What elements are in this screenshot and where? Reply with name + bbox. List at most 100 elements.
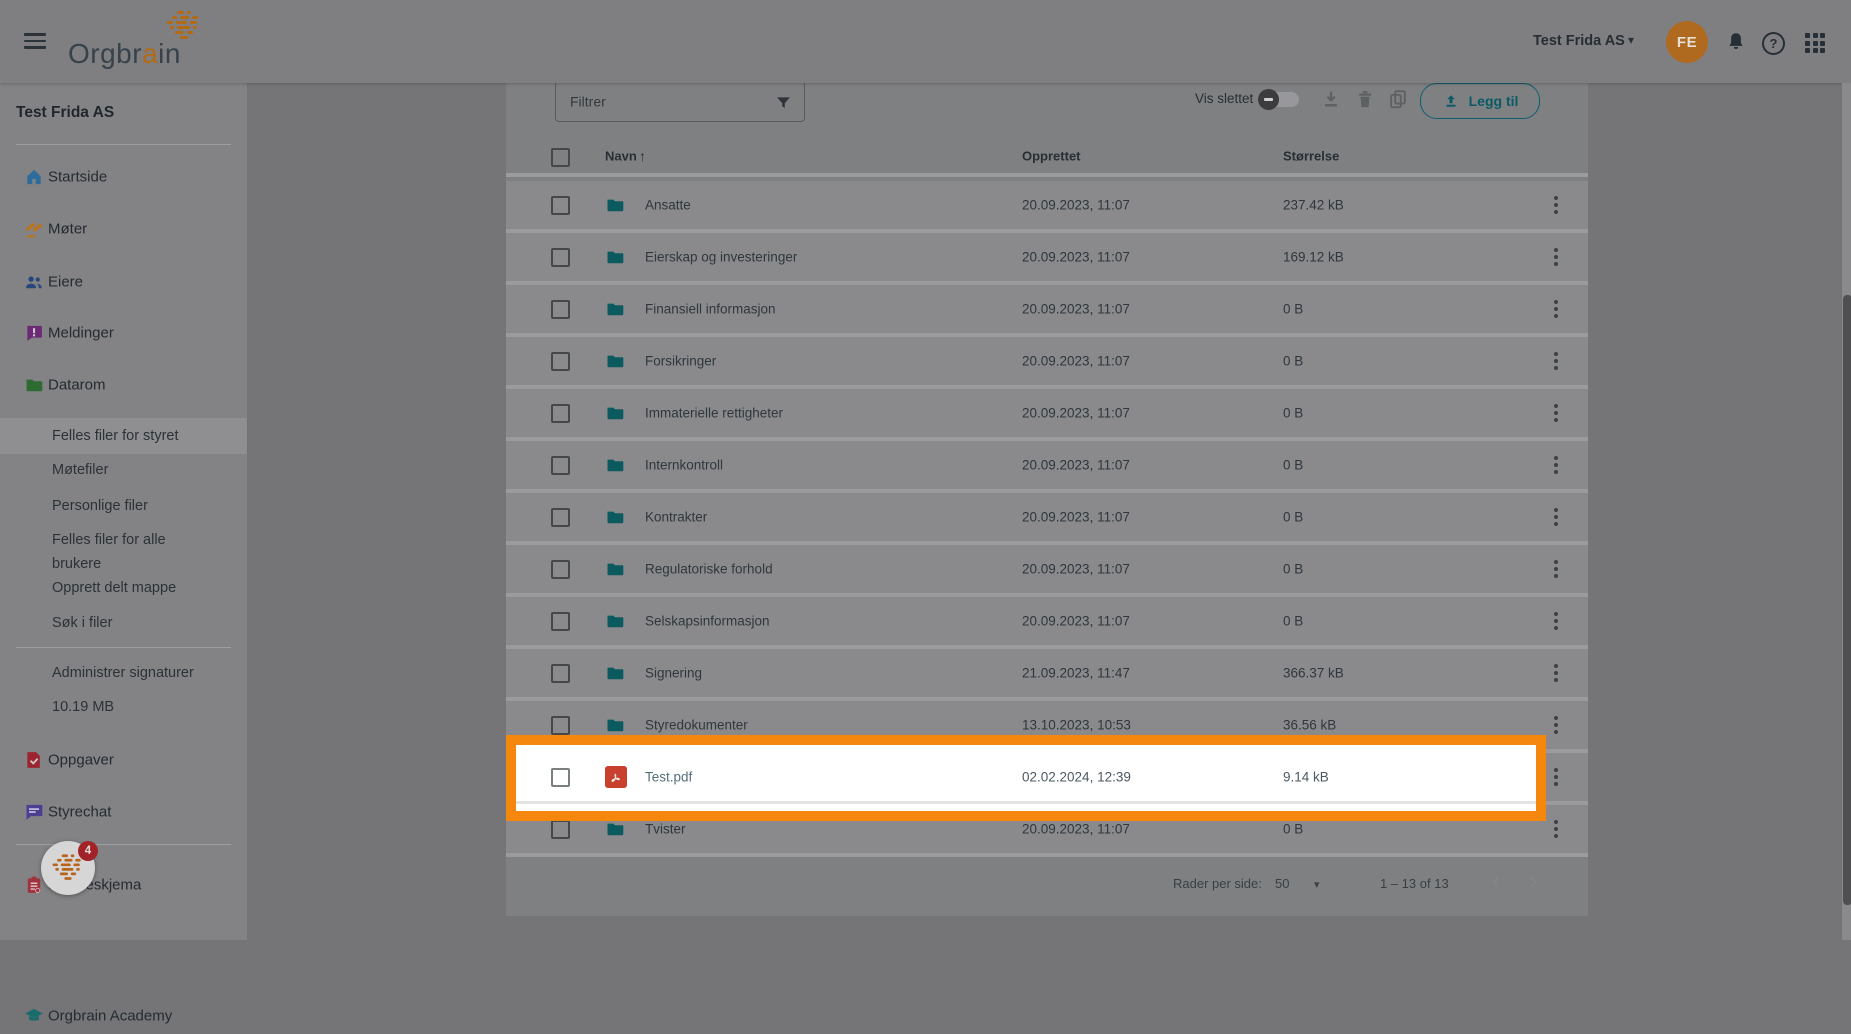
table-row[interactable]: Forsikringer 20.09.2023, 11:07 0 B — [506, 337, 1588, 389]
select-all-checkbox[interactable] — [551, 148, 570, 167]
add-button[interactable]: Legg til — [1420, 83, 1540, 119]
sidebar-item-administrer-signaturer[interactable]: Administrer signaturer — [0, 656, 247, 690]
sidebar-item-moter[interactable]: Møter — [0, 211, 247, 247]
notifications-bell-icon[interactable] — [1725, 31, 1747, 53]
file-created: 20.09.2023, 11:07 — [1022, 301, 1130, 317]
file-name[interactable]: Forsikringer — [645, 354, 716, 369]
row-menu-dots-icon[interactable] — [1547, 715, 1565, 735]
row-menu-dots-icon[interactable] — [1547, 455, 1565, 475]
row-checkbox[interactable] — [551, 404, 570, 423]
row-menu-dots-icon[interactable] — [1547, 299, 1565, 319]
sidebar-item-sporreskjema[interactable]: Spørreskjema — [0, 867, 247, 903]
row-menu-dots-icon[interactable] — [1547, 195, 1565, 215]
apps-grid-icon[interactable] — [1805, 33, 1827, 55]
table-row[interactable]: Selskapsinformasjon 20.09.2023, 11:07 0 … — [506, 597, 1588, 649]
help-icon[interactable]: ? — [1762, 32, 1785, 55]
sidebar-subitem-opprett-delt-mappe[interactable]: Opprett delt mappe — [0, 571, 247, 605]
people-icon — [26, 276, 42, 289]
filter-input[interactable]: Filtrer — [555, 83, 805, 122]
sidebar-item-startside[interactable]: Startside — [0, 159, 247, 195]
sidebar-item-oppgaver[interactable]: Oppgaver — [0, 742, 247, 778]
scrollbar-thumb[interactable] — [1843, 295, 1851, 905]
org-selector[interactable]: Test Frida AS — [1533, 33, 1625, 49]
table-row-highlighted[interactable]: Test.pdf 02.02.2024, 12:39 9.14 kB — [516, 753, 1536, 801]
sidebar-item-eiere[interactable]: Eiere — [0, 264, 247, 300]
row-menu-dots-icon[interactable] — [1547, 767, 1565, 787]
row-checkbox[interactable] — [551, 612, 570, 631]
table-row[interactable]: Signering 21.09.2023, 11:47 366.37 kB — [506, 649, 1588, 701]
column-header-storrelse[interactable]: Størrelse — [1283, 149, 1339, 164]
row-checkbox[interactable] — [551, 248, 570, 267]
row-checkbox[interactable] — [551, 196, 570, 215]
sidebar-subitem-personlige-filer[interactable]: Personlige filer — [0, 489, 247, 523]
row-checkbox[interactable] — [551, 768, 570, 787]
row-checkbox[interactable] — [551, 352, 570, 371]
next-page-icon[interactable]: › — [1530, 868, 1537, 894]
sidebar-subitem-sok-i-filer[interactable]: Søk i filer — [0, 606, 247, 640]
file-size: 0 B — [1283, 509, 1304, 525]
row-checkbox[interactable] — [551, 300, 570, 319]
org-selector-caret-icon[interactable]: ▾ — [1628, 33, 1634, 47]
row-checkbox[interactable] — [551, 664, 570, 683]
file-name[interactable]: Internkontroll — [645, 458, 723, 473]
copy-icon[interactable] — [1387, 88, 1409, 110]
file-name[interactable]: Tvister — [645, 822, 686, 837]
sidebar-item-styrechat[interactable]: Styrechat — [0, 794, 247, 830]
file-name[interactable]: Regulatoriske forhold — [645, 562, 773, 577]
file-created: 20.09.2023, 11:07 — [1022, 509, 1130, 525]
row-checkbox[interactable] — [551, 456, 570, 475]
table-row[interactable]: Internkontroll 20.09.2023, 11:07 0 B — [506, 441, 1588, 493]
previous-page-icon[interactable]: ‹ — [1492, 868, 1499, 894]
sidebar-item-meldinger[interactable]: Meldinger — [0, 315, 247, 351]
table-row[interactable]: Kontrakter 20.09.2023, 11:07 0 B — [506, 493, 1588, 545]
row-checkbox[interactable] — [551, 560, 570, 579]
folder-icon — [607, 355, 624, 368]
row-menu-dots-icon[interactable] — [1547, 559, 1565, 579]
file-name[interactable]: Immaterielle rettigheter — [645, 406, 783, 421]
show-deleted-toggle[interactable] — [1258, 89, 1299, 110]
row-menu-dots-icon[interactable] — [1547, 247, 1565, 267]
rows-per-page-select[interactable]: 50 — [1275, 876, 1289, 891]
sidebar-item-datarom[interactable]: Datarom — [0, 367, 247, 403]
file-name[interactable]: Test.pdf — [645, 770, 692, 785]
file-name[interactable]: Eierskap og investeringer — [645, 250, 797, 265]
trash-icon[interactable] — [1354, 88, 1376, 110]
row-menu-dots-icon[interactable] — [1547, 819, 1565, 839]
row-menu-dots-icon[interactable] — [1547, 351, 1565, 371]
column-header-opprettet[interactable]: Opprettet — [1022, 149, 1081, 164]
file-name[interactable]: Styredokumenter — [645, 718, 748, 733]
row-checkbox[interactable] — [551, 508, 570, 527]
toggle-knob-minus-icon — [1258, 89, 1279, 110]
file-name[interactable]: Kontrakter — [645, 510, 707, 525]
sidebar-item-orgbrain-academy[interactable]: Orgbrain Academy — [0, 998, 247, 1034]
download-icon[interactable] — [1320, 88, 1342, 110]
scrollbar-track[interactable] — [1841, 83, 1851, 940]
table-row[interactable]: Immaterielle rettigheter 20.09.2023, 11:… — [506, 389, 1588, 441]
table-row[interactable]: Eierskap og investeringer 20.09.2023, 11… — [506, 233, 1588, 285]
table-footer: Rader per side: 50 ▾ 1 – 13 of 13 ‹ › — [506, 857, 1588, 916]
file-name[interactable]: Signering — [645, 666, 702, 681]
row-checkbox[interactable] — [551, 820, 570, 839]
avatar[interactable]: FE — [1666, 21, 1708, 63]
filter-placeholder: Filtrer — [570, 93, 606, 110]
table-row[interactable]: Ansatte 20.09.2023, 11:07 237.42 kB — [506, 181, 1588, 233]
file-created: 20.09.2023, 11:07 — [1022, 561, 1130, 577]
file-name[interactable]: Finansiell informasjon — [645, 302, 776, 317]
folder-icon — [607, 823, 624, 836]
sidebar: Test Frida AS Startside Møter Eiere Meld… — [0, 83, 248, 1025]
menu-icon[interactable] — [24, 33, 46, 49]
row-menu-dots-icon[interactable] — [1547, 403, 1565, 423]
column-header-navn[interactable]: Navn — [605, 149, 637, 164]
row-checkbox[interactable] — [551, 716, 570, 735]
rows-per-page-caret-icon[interactable]: ▾ — [1314, 878, 1320, 891]
sort-asc-icon[interactable]: ↑ — [639, 148, 646, 164]
table-row[interactable]: Regulatoriske forhold 20.09.2023, 11:07 … — [506, 545, 1588, 597]
table-row[interactable]: Finansiell informasjon 20.09.2023, 11:07… — [506, 285, 1588, 337]
row-menu-dots-icon[interactable] — [1547, 507, 1565, 527]
sidebar-subitem-motefiler[interactable]: Møtefiler — [0, 453, 247, 487]
file-name[interactable]: Selskapsinformasjon — [645, 614, 770, 629]
row-menu-dots-icon[interactable] — [1547, 611, 1565, 631]
sidebar-subitem-felles-filer-styret[interactable]: Felles filer for styret — [0, 418, 247, 454]
file-name[interactable]: Ansatte — [645, 198, 691, 213]
row-menu-dots-icon[interactable] — [1547, 663, 1565, 683]
